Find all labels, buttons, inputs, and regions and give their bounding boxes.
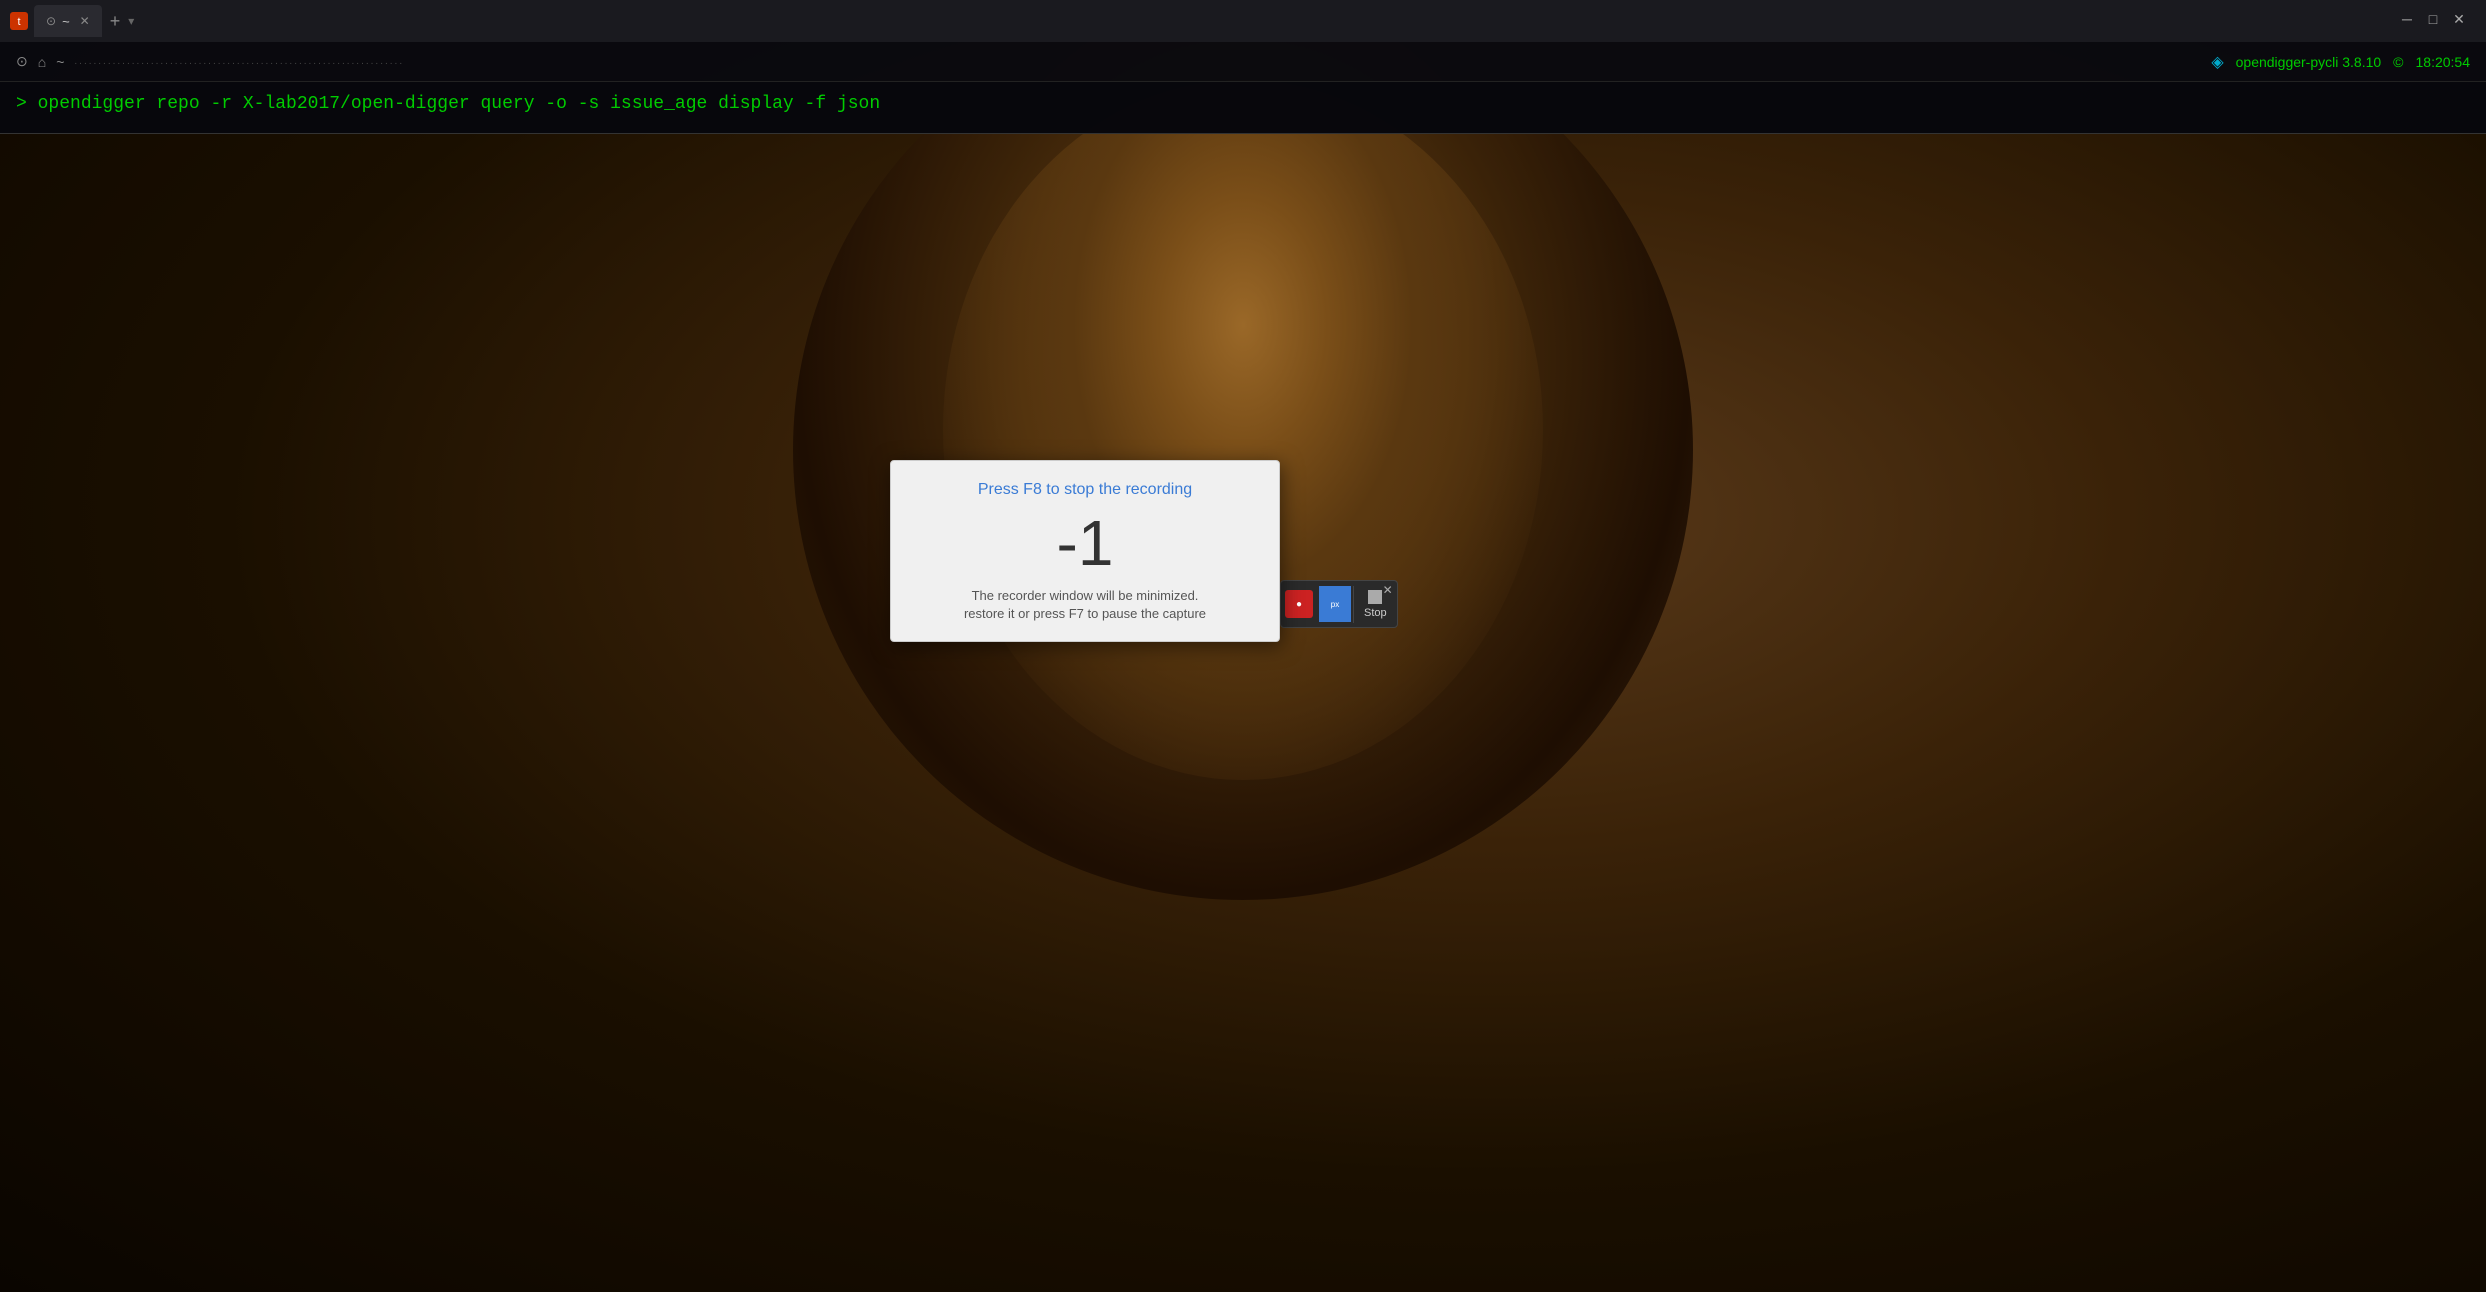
tab-label: ~ [62,14,70,29]
terminal-command: opendigger repo -r X-lab2017/open-digger… [38,94,881,114]
lion-face-detail [0,0,2486,1292]
terminal-tab[interactable]: ⊙ ~ ✕ [34,5,102,37]
terminal-command-line: > opendigger repo -r X-lab2017/open-digg… [16,92,2470,117]
dialog-subtitle: The recorder window will be minimized. r… [915,587,1255,623]
terminal-header: ⊙ ⌂ ~ ..................................… [0,42,2486,82]
separator-dots: ........................................… [74,56,404,67]
panel-label: px [1331,600,1339,609]
mini-toolbar-close-button[interactable]: ✕ [1383,583,1393,597]
blue-panel: px [1319,586,1351,622]
minimize-button[interactable]: ─ [2396,8,2418,30]
clock-display: 18:20:54 [2416,54,2471,70]
restore-button[interactable]: □ [2422,8,2444,30]
status-text: opendigger-pycli 3.8.10 [2236,54,2382,70]
tab-close-button[interactable]: ✕ [80,14,90,28]
dialog-countdown: -1 [915,511,1255,575]
terminal-app-icon: t [8,10,30,32]
tab-icon: ⊙ [46,14,56,28]
stop-icon [1368,590,1382,604]
terminal-icon-2: ⌂ [38,54,46,70]
opendigger-icon: ◈ [2211,52,2223,72]
recording-dialog: Press F8 to stop the recording -1 The re… [890,460,1280,642]
stop-label: Stop [1364,607,1387,619]
new-tab-button[interactable]: + [110,11,121,32]
tab-chevron-icon[interactable]: ▾ [128,14,134,28]
dialog-title: Press F8 to stop the recording [915,481,1255,499]
record-indicator: ● [1285,590,1313,618]
terminal-icon-1: ⊙ [16,53,28,70]
terminal-tab-bar: t ⊙ ~ ✕ + ▾ ─ □ ✕ [0,0,2486,42]
close-button[interactable]: ✕ [2448,8,2470,30]
record-dot: ● [1296,599,1302,610]
terminal-left-icons: ⊙ ⌂ ~ ..................................… [16,53,404,70]
terminal-body: > opendigger repo -r X-lab2017/open-digg… [0,82,2486,133]
mini-toolbar-widget: ✕ ● px Stop [1280,580,1398,628]
terminal-window: t ⊙ ~ ✕ + ▾ ─ □ ✕ ⊙ ⌂ ~ ................… [0,0,2486,134]
svg-text:t: t [17,16,20,28]
clock-separator: © [2393,54,2403,70]
terminal-prompt: > [16,94,38,114]
window-controls: ─ □ ✕ [2396,8,2470,30]
terminal-icon-3: ~ [56,54,64,70]
terminal-right-status: ◈ opendigger-pycli 3.8.10 © 18:20:54 [2211,52,2470,72]
